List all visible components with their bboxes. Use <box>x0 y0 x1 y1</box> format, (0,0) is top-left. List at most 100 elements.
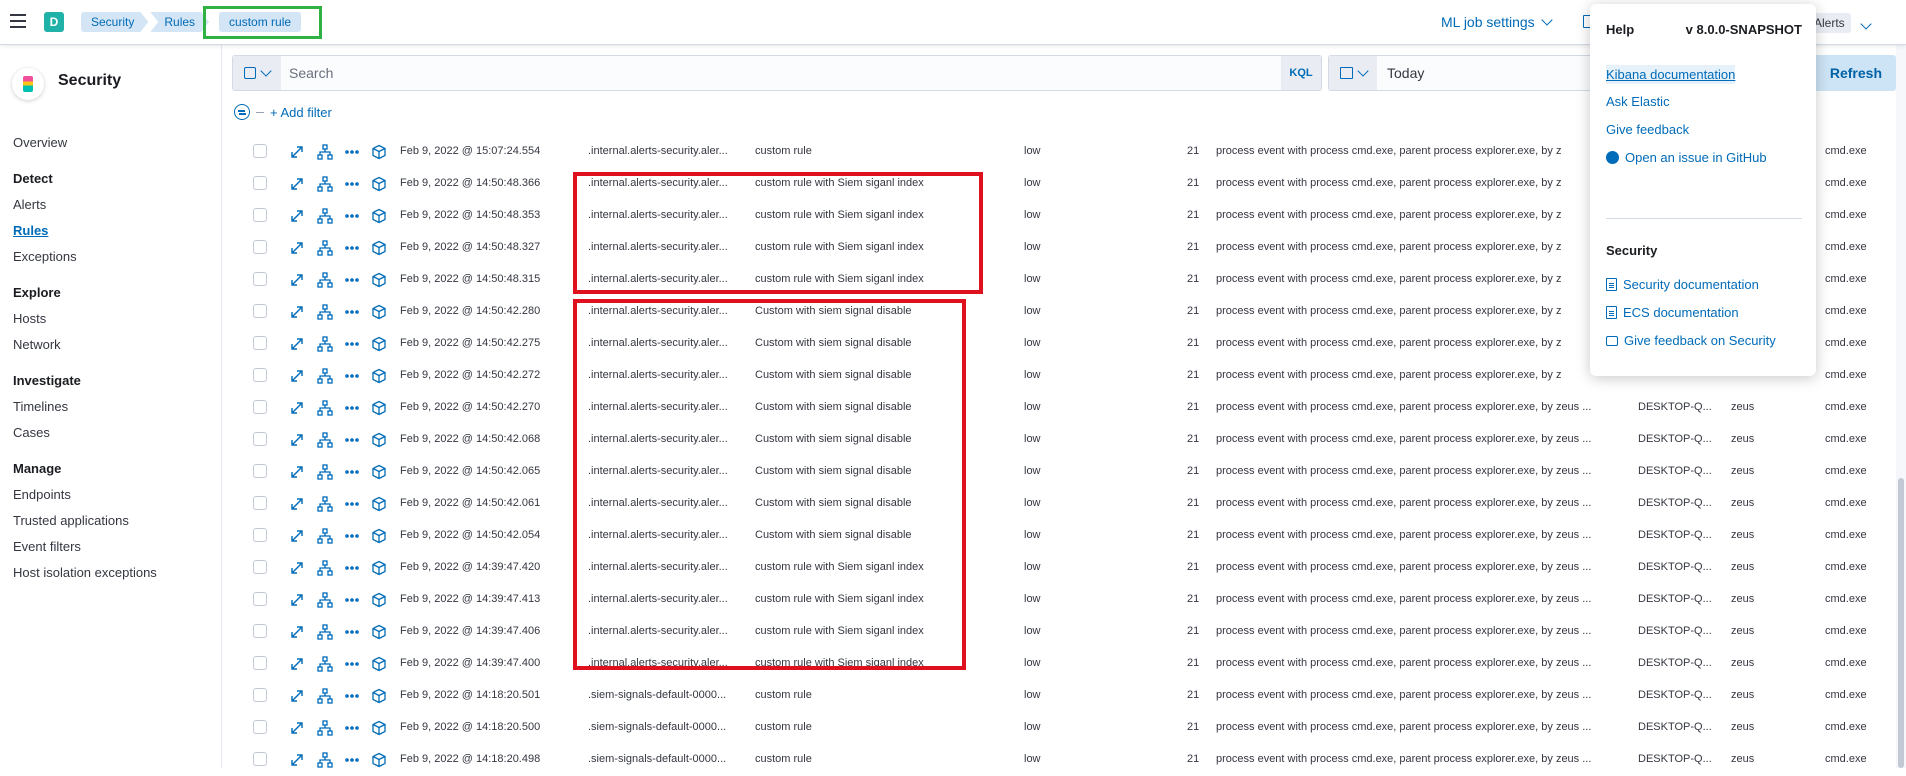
analyze-event-icon[interactable] <box>317 528 333 544</box>
expand-icon[interactable] <box>289 368 305 384</box>
row-select-checkbox[interactable] <box>253 176 267 190</box>
expand-icon[interactable] <box>289 624 305 640</box>
expand-icon[interactable] <box>289 752 305 768</box>
more-actions-icon[interactable] <box>344 496 360 512</box>
breadcrumb-security[interactable]: Security <box>81 12 148 32</box>
more-actions-icon[interactable] <box>344 656 360 672</box>
investigate-timeline-icon[interactable] <box>371 656 387 672</box>
analyze-event-icon[interactable] <box>317 432 333 448</box>
investigate-timeline-icon[interactable] <box>371 304 387 320</box>
sidebar-item-cases[interactable]: Cases <box>13 420 213 446</box>
chevron-down-icon[interactable] <box>1860 15 1872 33</box>
more-actions-icon[interactable] <box>344 720 360 736</box>
analyze-event-icon[interactable] <box>317 176 333 192</box>
investigate-timeline-icon[interactable] <box>371 464 387 480</box>
more-actions-icon[interactable] <box>344 240 360 256</box>
more-actions-icon[interactable] <box>344 560 360 576</box>
sidebar-item-host-isolation-exceptions[interactable]: Host isolation exceptions <box>13 560 213 586</box>
table-row[interactable]: Feb 9, 2022 @ 14:50:42.068 .internal.aler… <box>222 424 1906 456</box>
kibana-documentation-link[interactable]: Kibana documentation <box>1606 65 1736 84</box>
row-select-checkbox[interactable] <box>253 464 267 478</box>
ask-elastic-link[interactable]: Ask Elastic <box>1606 94 1670 109</box>
expand-icon[interactable] <box>289 272 305 288</box>
row-select-checkbox[interactable] <box>253 752 267 766</box>
more-actions-icon[interactable] <box>344 336 360 352</box>
sidebar-item-endpoints[interactable]: Endpoints <box>13 482 213 508</box>
investigate-timeline-icon[interactable] <box>371 368 387 384</box>
investigate-timeline-icon[interactable] <box>371 144 387 160</box>
sidebar-item-rules[interactable]: Rules <box>13 218 213 244</box>
row-select-checkbox[interactable] <box>253 624 267 638</box>
more-actions-icon[interactable] <box>344 688 360 704</box>
row-select-checkbox[interactable] <box>253 304 267 318</box>
more-actions-icon[interactable] <box>344 592 360 608</box>
table-row[interactable]: Feb 9, 2022 @ 14:50:42.061 .internal.aler… <box>222 488 1906 520</box>
sidebar-item-trusted-applications[interactable]: Trusted applications <box>13 508 213 534</box>
row-select-checkbox[interactable] <box>253 272 267 286</box>
analyze-event-icon[interactable] <box>317 656 333 672</box>
sidebar-item-network[interactable]: Network <box>13 332 213 358</box>
more-actions-icon[interactable] <box>344 208 360 224</box>
investigate-timeline-icon[interactable] <box>371 752 387 768</box>
expand-icon[interactable] <box>289 560 305 576</box>
saved-query-button[interactable] <box>233 56 281 90</box>
more-actions-icon[interactable] <box>344 304 360 320</box>
analyze-event-icon[interactable] <box>317 336 333 352</box>
investigate-timeline-icon[interactable] <box>371 208 387 224</box>
menu-icon[interactable] <box>10 14 26 28</box>
row-select-checkbox[interactable] <box>253 656 267 670</box>
investigate-timeline-icon[interactable] <box>371 688 387 704</box>
investigate-timeline-icon[interactable] <box>371 336 387 352</box>
expand-icon[interactable] <box>289 720 305 736</box>
analyze-event-icon[interactable] <box>317 464 333 480</box>
investigate-timeline-icon[interactable] <box>371 176 387 192</box>
more-actions-icon[interactable] <box>344 144 360 160</box>
table-row[interactable]: Feb 9, 2022 @ 14:18:20.501 .siem-signals-… <box>222 680 1906 712</box>
row-select-checkbox[interactable] <box>253 496 267 510</box>
add-filter-button[interactable]: + Add filter <box>270 105 332 120</box>
row-select-checkbox[interactable] <box>253 368 267 382</box>
search-input[interactable] <box>289 56 1249 90</box>
analyze-event-icon[interactable] <box>317 144 333 160</box>
table-row[interactable]: Feb 9, 2022 @ 14:50:42.065 .internal.aler… <box>222 456 1906 488</box>
sidebar-item-overview[interactable]: Overview <box>13 130 213 156</box>
table-row[interactable]: Feb 9, 2022 @ 14:50:42.054 .internal.aler… <box>222 520 1906 552</box>
row-select-checkbox[interactable] <box>253 528 267 542</box>
table-row[interactable]: Feb 9, 2022 @ 14:18:20.500 .siem-signals-… <box>222 712 1906 744</box>
security-documentation-link[interactable]: Security documentation <box>1606 277 1759 292</box>
more-actions-icon[interactable] <box>344 272 360 288</box>
row-select-checkbox[interactable] <box>253 720 267 734</box>
expand-icon[interactable] <box>289 176 305 192</box>
row-select-checkbox[interactable] <box>253 208 267 222</box>
analyze-event-icon[interactable] <box>317 304 333 320</box>
analyze-event-icon[interactable] <box>317 592 333 608</box>
analyze-event-icon[interactable] <box>317 720 333 736</box>
more-actions-icon[interactable] <box>344 624 360 640</box>
sidebar-item-timelines[interactable]: Timelines <box>13 394 213 420</box>
expand-icon[interactable] <box>289 240 305 256</box>
analyze-event-icon[interactable] <box>317 688 333 704</box>
investigate-timeline-icon[interactable] <box>371 400 387 416</box>
table-row[interactable]: Feb 9, 2022 @ 14:39:47.413 .internal.aler… <box>222 584 1906 616</box>
more-actions-icon[interactable] <box>344 464 360 480</box>
investigate-timeline-icon[interactable] <box>371 272 387 288</box>
space-avatar[interactable]: D <box>44 12 64 32</box>
row-select-checkbox[interactable] <box>253 144 267 158</box>
analyze-event-icon[interactable] <box>317 624 333 640</box>
ecs-documentation-link[interactable]: ECS documentation <box>1606 305 1739 320</box>
row-select-checkbox[interactable] <box>253 592 267 606</box>
breadcrumb-rules[interactable]: Rules <box>150 12 209 32</box>
table-row[interactable]: Feb 9, 2022 @ 14:50:42.270 .internal.aler… <box>222 392 1906 424</box>
investigate-timeline-icon[interactable] <box>371 624 387 640</box>
filter-options-icon[interactable] <box>234 104 250 120</box>
more-actions-icon[interactable] <box>344 368 360 384</box>
more-actions-icon[interactable] <box>344 176 360 192</box>
analyze-event-icon[interactable] <box>317 560 333 576</box>
expand-icon[interactable] <box>289 336 305 352</box>
github-issue-link[interactable]: Open an issue in GitHub <box>1606 150 1767 165</box>
expand-icon[interactable] <box>289 656 305 672</box>
investigate-timeline-icon[interactable] <box>371 528 387 544</box>
analyze-event-icon[interactable] <box>317 368 333 384</box>
row-select-checkbox[interactable] <box>253 400 267 414</box>
expand-icon[interactable] <box>289 144 305 160</box>
